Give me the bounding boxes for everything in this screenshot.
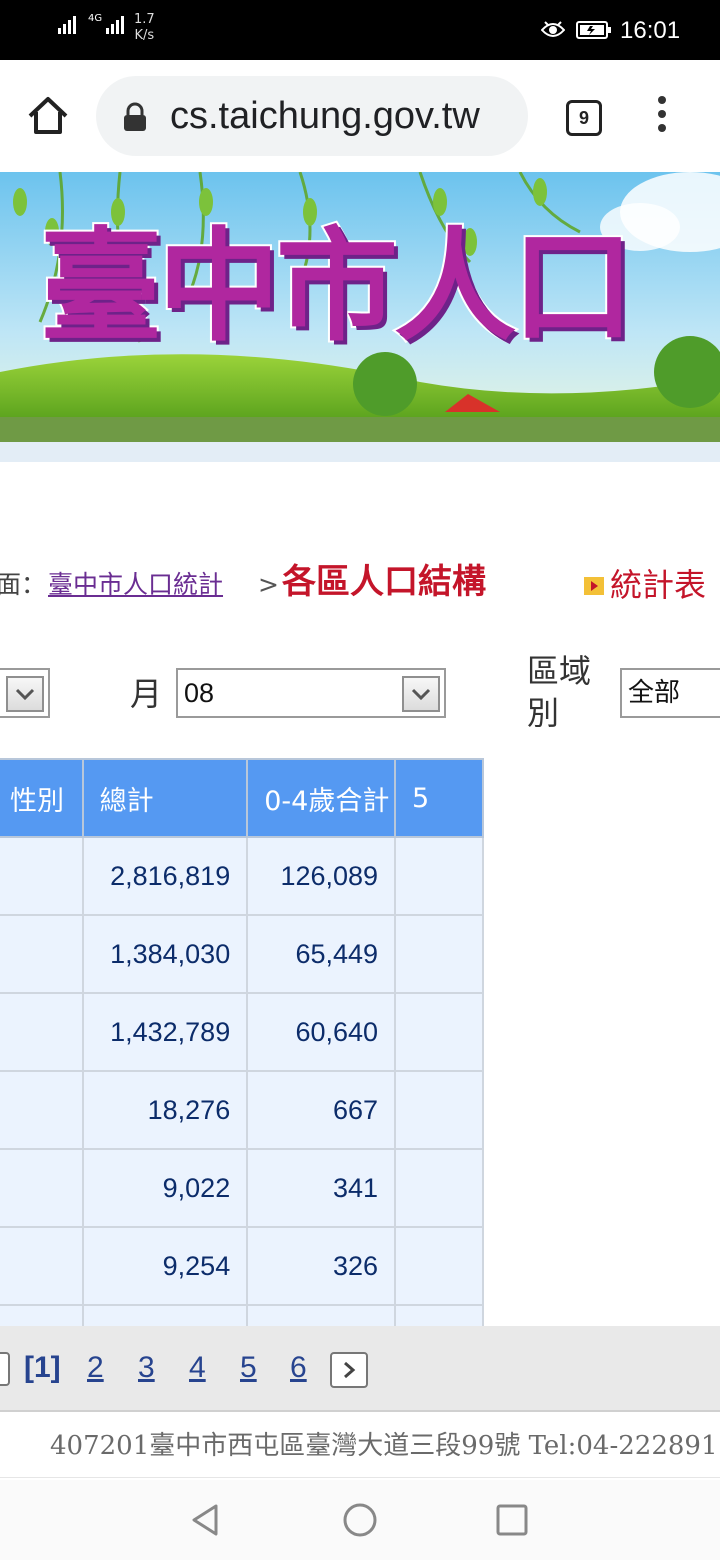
data-table: 性別 總計 0-4歲合計 5 計 2,816,819 126,089 男 1,3… <box>0 758 484 1326</box>
footer-address: 407201臺中市西屯區臺灣大道三段99號 Tel:04-22289111 <box>50 1431 720 1461</box>
cell-total: 2,816,819 <box>81 836 249 916</box>
cell-sex: 計 <box>0 1070 84 1150</box>
network-speed: 1.7 K/s <box>134 12 155 44</box>
table-row: 男 9,022 341 <box>0 1148 484 1228</box>
breadcrumb-link-population-stats[interactable]: 臺中市人口統計 <box>48 568 223 602</box>
table-row <box>0 1304 484 1326</box>
system-navigation-bar <box>0 1480 720 1560</box>
month-select-value: 08 <box>184 678 215 708</box>
cell-age-5 <box>394 1304 484 1326</box>
tab-switcher-button[interactable]: 9 <box>566 100 602 136</box>
table-row: 計 2,816,819 126,089 <box>0 836 484 916</box>
table-row: 女 9,254 326 <box>0 1226 484 1306</box>
cell-age-5 <box>394 836 484 916</box>
cell-age-5 <box>394 914 484 994</box>
population-table: 性別 總計 0-4歲合計 5 計 2,816,819 126,089 男 1,3… <box>0 758 720 1326</box>
banner-title: 臺中市人口 <box>38 214 636 360</box>
cell-age-0-4: 667 <box>246 1070 397 1150</box>
cell-age-5 <box>394 1070 484 1150</box>
cell-total: 1,432,789 <box>81 992 249 1072</box>
url-text: cs.taichung.gov.tw <box>170 95 480 137</box>
cell-age-0-4: 326 <box>246 1226 397 1306</box>
table-row: 男 1,384,030 65,449 <box>0 914 484 994</box>
column-header-age-5: 5 <box>394 758 484 838</box>
table-header-row: 性別 總計 0-4歲合計 5 <box>0 758 484 838</box>
prev-page-button[interactable] <box>0 1352 10 1386</box>
district-select[interactable]: 全部 <box>620 668 720 718</box>
column-header-total: 總計 <box>81 758 249 838</box>
site-banner: 臺中市人口 <box>0 172 720 442</box>
back-nav-icon[interactable] <box>188 1502 224 1538</box>
banner-divider <box>0 442 720 462</box>
cell-total: 9,022 <box>81 1148 249 1228</box>
cell-age-5 <box>394 992 484 1072</box>
table-row: 女 1,432,789 60,640 <box>0 992 484 1072</box>
chevron-down-icon[interactable] <box>402 676 440 712</box>
district-label: 區域別 <box>527 652 592 732</box>
recents-nav-icon[interactable] <box>494 1502 530 1538</box>
next-page-button[interactable] <box>330 1352 368 1388</box>
address-bar[interactable]: cs.taichung.gov.tw <box>96 76 528 156</box>
cell-age-0-4: 60,640 <box>246 992 397 1072</box>
page-link-6[interactable]: 6 <box>290 1350 307 1386</box>
browser-toolbar: cs.taichung.gov.tw 9 <box>0 60 720 172</box>
cell-total: 1,384,030 <box>81 914 249 994</box>
cell-sex: 女 <box>0 1226 84 1306</box>
month-select[interactable]: 08 <box>176 668 446 718</box>
breadcrumb-prefix: 面： <box>0 570 47 599</box>
clock: 16:01 <box>620 17 681 44</box>
pagination: [1] 2 3 4 5 6 <box>0 1326 720 1412</box>
year-select[interactable] <box>0 668 50 718</box>
cell-sex: 計 <box>0 836 84 916</box>
page-link-4[interactable]: 4 <box>189 1350 206 1386</box>
cell-age-0-4: 65,449 <box>246 914 397 994</box>
cell-total <box>81 1304 249 1326</box>
page-title: 各區人口結構 <box>282 562 486 602</box>
cell-sex: 男 <box>0 1148 84 1228</box>
arrow-right-icon <box>584 577 604 595</box>
column-header-age-0-4: 0-4歲合計 <box>246 758 397 838</box>
cell-total: 18,276 <box>81 1070 249 1150</box>
cell-age-0-4: 341 <box>246 1148 397 1228</box>
lock-icon <box>124 102 146 131</box>
page-link-5[interactable]: 5 <box>240 1350 257 1386</box>
district-select-value: 全部 <box>628 678 681 708</box>
speed-value: 1.7 <box>134 12 155 27</box>
home-icon[interactable] <box>26 94 70 138</box>
home-nav-icon[interactable] <box>342 1502 378 1538</box>
cell-age-0-4 <box>246 1304 397 1326</box>
stat-table-link[interactable]: 統計表 <box>610 563 706 607</box>
cell-age-0-4: 126,089 <box>246 836 397 916</box>
page-link-3[interactable]: 3 <box>138 1350 155 1386</box>
page-current: [1] <box>24 1351 61 1384</box>
signal-icon <box>58 16 76 34</box>
status-bar: 4G 1.7 K/s 16:01 <box>0 0 720 60</box>
signal-icon-2 <box>106 16 124 34</box>
cell-age-5 <box>394 1226 484 1306</box>
more-vert-icon[interactable] <box>652 96 672 136</box>
table-row: 計 18,276 667 <box>0 1070 484 1150</box>
cell-age-5 <box>394 1148 484 1228</box>
breadcrumb-separator: > <box>258 570 279 599</box>
cell-sex: 男 <box>0 914 84 994</box>
column-header-sex: 性別 <box>0 758 84 838</box>
chevron-right-icon <box>344 1361 356 1379</box>
chevron-down-icon[interactable] <box>6 676 44 712</box>
page-link-2[interactable]: 2 <box>87 1350 104 1386</box>
site-footer: 407201臺中市西屯區臺灣大道三段99號 Tel:04-22289111 <box>0 1414 720 1478</box>
eye-icon <box>541 21 565 37</box>
cell-sex <box>0 1304 84 1326</box>
battery-icon <box>576 21 611 39</box>
speed-unit: K/s <box>134 28 155 43</box>
network-type: 4G <box>88 13 103 24</box>
cell-sex: 女 <box>0 992 84 1072</box>
cell-total: 9,254 <box>81 1226 249 1306</box>
month-label: 月 <box>130 675 163 713</box>
